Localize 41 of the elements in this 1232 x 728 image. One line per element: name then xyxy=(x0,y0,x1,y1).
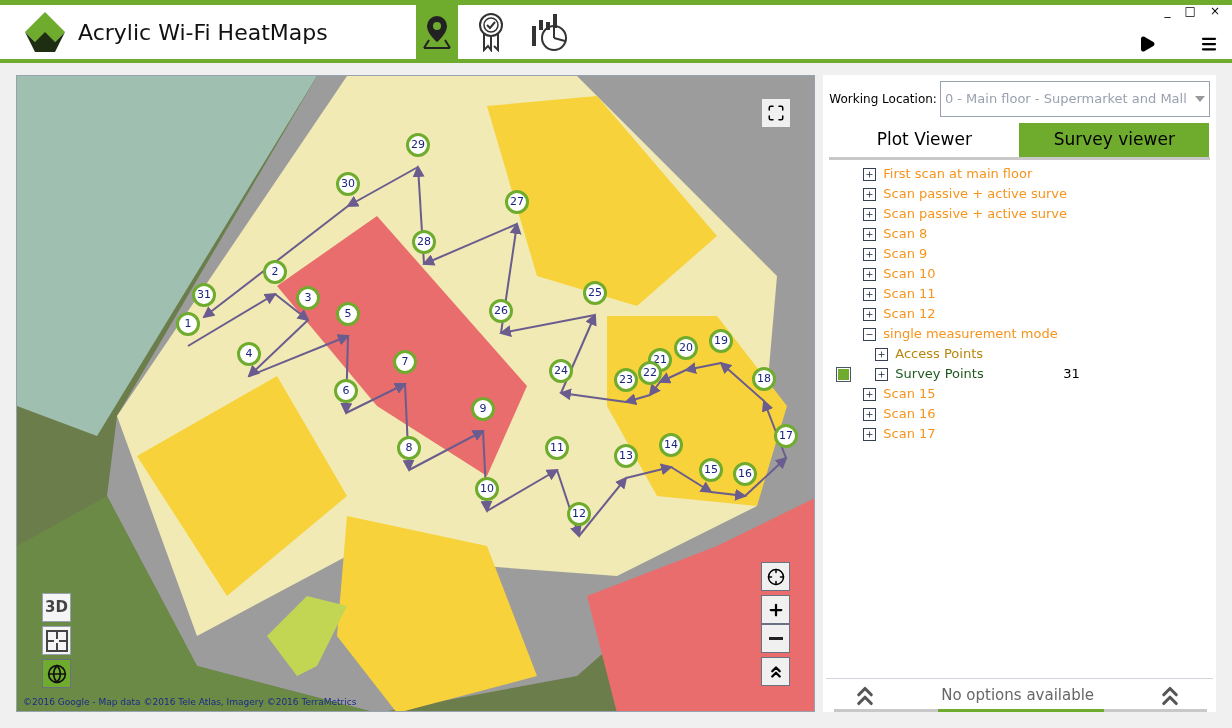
item-count: 31 xyxy=(1063,365,1080,384)
dropdown-caret-icon xyxy=(1195,96,1205,102)
app-logo-icon xyxy=(24,11,66,53)
expand-toggle-icon[interactable] xyxy=(863,307,877,321)
checkbox[interactable] xyxy=(835,366,851,382)
play-icon[interactable] xyxy=(1138,35,1156,53)
collapse-toggle-icon[interactable] xyxy=(863,327,877,341)
window-control[interactable]: _ xyxy=(1164,5,1171,17)
expand-toggle-icon[interactable] xyxy=(863,227,877,241)
expand-toggle-icon[interactable] xyxy=(863,267,877,281)
expand-toggle-icon[interactable] xyxy=(863,167,877,181)
window-title: Acrylic Wi-Fi HeatMaps xyxy=(78,18,328,47)
expand-up-button[interactable] xyxy=(761,657,790,686)
expand-toggle-icon[interactable] xyxy=(875,347,889,361)
view-3d-button[interactable]: 3D xyxy=(42,593,71,622)
floor-plan-button[interactable] xyxy=(42,626,71,655)
expand-toggle-icon[interactable] xyxy=(863,287,877,301)
menu-icon[interactable] xyxy=(1200,35,1218,53)
map-pin-icon xyxy=(421,14,452,50)
expand-toggle-icon[interactable] xyxy=(863,207,877,221)
expand-toggle-icon[interactable] xyxy=(863,427,877,441)
zoom-in-button[interactable] xyxy=(761,595,790,624)
zoom-out-button[interactable] xyxy=(761,624,790,653)
viewer-tab[interactable]: Survey viewer xyxy=(1019,123,1210,157)
expand-toggle-icon[interactable] xyxy=(863,247,877,261)
window-control[interactable]: □ xyxy=(1184,5,1196,17)
expand-toggle-icon[interactable] xyxy=(875,367,889,381)
window-control[interactable]: × xyxy=(1209,5,1220,17)
fullscreen-icon xyxy=(767,104,785,122)
expand-toggle-icon[interactable] xyxy=(863,187,877,201)
floor-plan-icon xyxy=(45,629,68,652)
options-status: No options available xyxy=(940,685,1096,707)
satellite-button[interactable] xyxy=(42,659,71,688)
expand-toggle-icon[interactable] xyxy=(863,387,877,401)
crosshair-icon xyxy=(766,567,785,586)
field-label: Working Location: xyxy=(829,91,937,108)
fullscreen-button[interactable] xyxy=(762,99,790,127)
locate-button[interactable] xyxy=(761,562,790,591)
expand-toggle-icon[interactable] xyxy=(863,407,877,421)
tree-item-label[interactable]: Survey Points xyxy=(895,364,1056,384)
minus-icon xyxy=(768,637,783,640)
